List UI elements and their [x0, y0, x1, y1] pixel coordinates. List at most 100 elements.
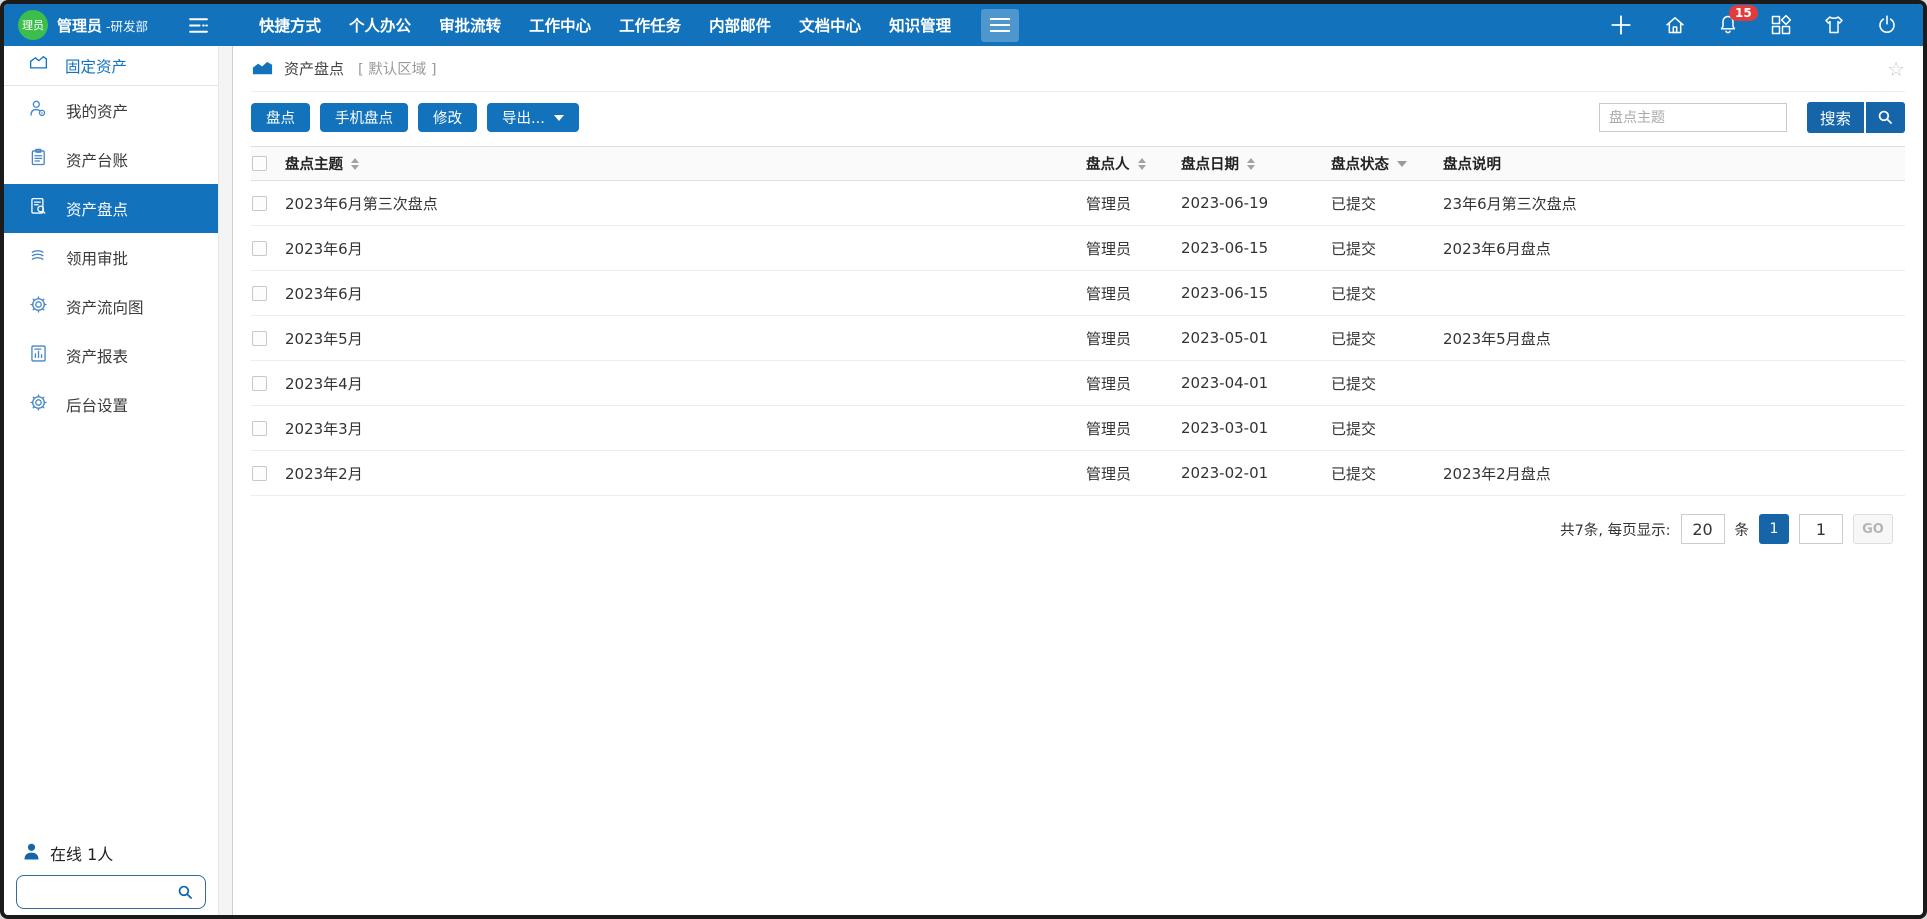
table-row[interactable]: 2023年6月管理员2023-06-15已提交2023年6月盘点 — [251, 226, 1905, 271]
table-row[interactable]: 2023年5月管理员2023-05-01已提交2023年5月盘点 — [251, 316, 1905, 361]
sort-icon[interactable] — [1247, 158, 1255, 170]
sort-icon[interactable] — [1397, 161, 1407, 167]
sort-icon[interactable] — [1138, 158, 1146, 170]
column-header[interactable]: 盘点人 — [1086, 147, 1181, 181]
row-checkbox[interactable] — [252, 331, 267, 346]
table-cell: 2023-06-19 — [1181, 181, 1331, 226]
menu-item-label: 工作中心 — [529, 14, 591, 36]
sidebar-item[interactable]: 我的资产 — [4, 86, 218, 135]
sidebar-item[interactable]: 资产流向图 — [4, 282, 218, 331]
plus-icon[interactable] — [1608, 12, 1634, 38]
home-icon[interactable] — [1663, 13, 1687, 37]
row-checkbox[interactable] — [252, 466, 267, 481]
menu-item-label: 快捷方式 — [259, 14, 321, 36]
column-header-label: 盘点状态 — [1331, 153, 1389, 174]
goto-page-input[interactable] — [1799, 514, 1843, 544]
sidebar-item[interactable]: 资产盘点 — [4, 184, 218, 233]
favorite-star-icon[interactable]: ☆ — [1887, 59, 1905, 79]
table-row[interactable]: 2023年3月管理员2023-03-01已提交 — [251, 406, 1905, 451]
user-department: -研发部 — [106, 16, 148, 35]
column-header-label: 盘点说明 — [1443, 153, 1501, 174]
row-check-cell — [251, 451, 285, 496]
pagination-unit: 条 — [1735, 519, 1750, 540]
table-row[interactable]: 2023年6月第三次盘点管理员2023-06-19已提交23年6月第三次盘点 — [251, 181, 1905, 226]
column-header[interactable]: 盘点日期 — [1181, 147, 1331, 181]
page-size-input[interactable] — [1681, 514, 1725, 544]
table-cell: 管理员 — [1086, 451, 1181, 496]
table-cell: 2023-02-01 — [1181, 451, 1331, 496]
table-cell: 2023年2月 — [285, 451, 1086, 496]
column-header-label: 盘点主题 — [285, 153, 343, 174]
search-button[interactable]: 搜索 — [1807, 102, 1864, 133]
sort-icon[interactable] — [351, 158, 359, 170]
table-header-row: 盘点主题 盘点人盘点日期 盘点状态 盘点说明 — [251, 147, 1905, 181]
clipboard-icon — [28, 147, 49, 172]
table-cell: 管理员 — [1086, 271, 1181, 316]
menu-item-label: 工作任务 — [619, 14, 681, 36]
table-cell: 已提交 — [1331, 271, 1443, 316]
person-icon — [22, 842, 41, 865]
table-cell — [1443, 406, 1905, 451]
apps-icon[interactable] — [1769, 13, 1793, 37]
row-checkbox[interactable] — [252, 241, 267, 256]
more-menus-button[interactable] — [981, 9, 1019, 42]
power-icon[interactable] — [1875, 13, 1899, 37]
row-checkbox[interactable] — [252, 376, 267, 391]
sidebar-item-label: 领用审批 — [66, 247, 128, 269]
toolbar-button-label: 盘点 — [266, 107, 295, 128]
table-row[interactable]: 2023年4月管理员2023-04-01已提交 — [251, 361, 1905, 406]
row-check-cell — [251, 406, 285, 451]
sidebar-module-header[interactable]: 固定资产 — [4, 46, 218, 86]
toolbar-button[interactable]: 盘点 — [251, 103, 310, 132]
sidebar-nav: 我的资产 资产台账 资产盘点 领用审批 资产流向图 资产报表 后台设置 — [4, 86, 218, 429]
topbar-menu-item[interactable]: 工作任务 — [605, 4, 695, 46]
breadcrumb-chart-icon — [251, 58, 274, 80]
row-check-cell — [251, 271, 285, 316]
toolbar-button[interactable]: 手机盘点 — [320, 103, 408, 132]
row-checkbox[interactable] — [252, 286, 267, 301]
topbar-menu-item[interactable]: 知识管理 — [875, 4, 965, 46]
topbar-menu-item[interactable]: 快捷方式 — [245, 4, 335, 46]
row-checkbox[interactable] — [252, 196, 267, 211]
search-icon-button[interactable] — [1866, 102, 1905, 133]
row-checkbox[interactable] — [252, 421, 267, 436]
search-input[interactable] — [1599, 103, 1787, 132]
sidebar-item[interactable]: 资产台账 — [4, 135, 218, 184]
table-cell: 2023-05-01 — [1181, 316, 1331, 361]
select-all-cell — [251, 147, 285, 181]
theme-icon[interactable] — [1822, 13, 1846, 37]
column-header-label: 盘点日期 — [1181, 153, 1239, 174]
breadcrumb: 资产盘点 [ 默认区域 ] ☆ — [251, 46, 1905, 92]
column-header[interactable]: 盘点状态 — [1331, 147, 1443, 181]
toolbar-button[interactable]: 修改 — [418, 103, 477, 132]
toolbar-button[interactable]: 导出... — [487, 103, 579, 132]
gear-icon — [28, 294, 49, 319]
topbar-menu-item[interactable]: 个人办公 — [335, 4, 425, 46]
table-row[interactable]: 2023年2月管理员2023-02-01已提交2023年2月盘点 — [251, 451, 1905, 496]
topbar-menu-item[interactable]: 审批流转 — [425, 4, 515, 46]
avatar[interactable]: 理员 — [18, 10, 48, 40]
column-header[interactable]: 盘点说明 — [1443, 147, 1905, 181]
sidebar-scrollbar[interactable] — [218, 46, 232, 915]
select-all-checkbox[interactable] — [252, 156, 267, 171]
topbar-menu-item[interactable]: 文档中心 — [785, 4, 875, 46]
go-button[interactable]: GO — [1853, 514, 1893, 544]
table-cell: 管理员 — [1086, 181, 1181, 226]
bell-icon[interactable]: 15 — [1716, 13, 1740, 37]
topbar-menu-item[interactable]: 内部邮件 — [695, 4, 785, 46]
chevron-down-icon — [554, 115, 564, 121]
table-cell: 2023年6月第三次盘点 — [285, 181, 1086, 226]
column-header[interactable]: 盘点主题 — [285, 147, 1086, 181]
topbar-menu-item[interactable]: 工作中心 — [515, 4, 605, 46]
current-page-button[interactable]: 1 — [1759, 514, 1789, 544]
sidebar-item-label: 后台设置 — [66, 394, 128, 416]
sidebar-item[interactable]: 领用审批 — [4, 233, 218, 282]
table-cell: 2023-06-15 — [1181, 271, 1331, 316]
table-row[interactable]: 2023年6月管理员2023-06-15已提交 — [251, 271, 1905, 316]
sidebar-toggle-icon[interactable] — [186, 13, 211, 38]
sidebar-item[interactable]: 后台设置 — [4, 380, 218, 429]
search-icon[interactable] — [176, 883, 195, 902]
sidebar-item[interactable]: 资产报表 — [4, 331, 218, 380]
region-label: [ 默认区域 ] — [358, 58, 437, 79]
sidebar-search-input[interactable] — [27, 884, 170, 900]
